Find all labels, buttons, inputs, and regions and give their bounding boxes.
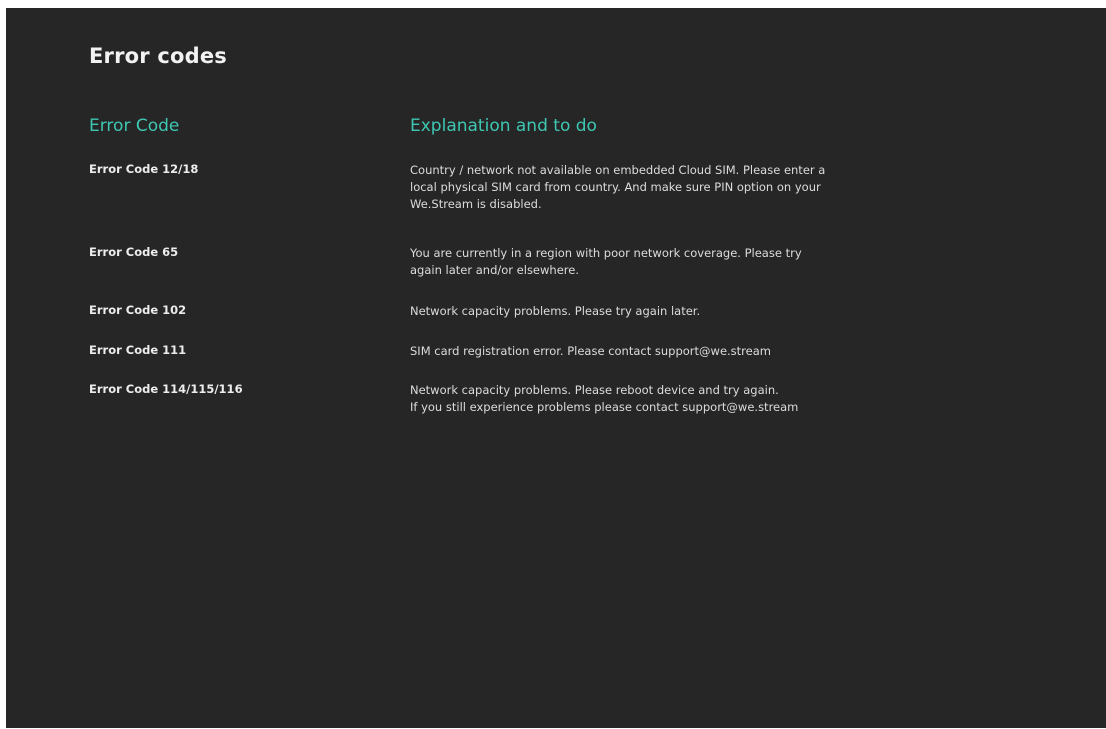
explanation-line: Network capacity problems. Please reboot… (410, 383, 779, 397)
error-explanation: Network capacity problems. Please reboot… (410, 382, 1010, 416)
error-codes-screen: Error codes Error Code Explanation and t… (6, 8, 1106, 728)
explanation-line: You are currently in a region with poor … (410, 246, 802, 260)
error-explanation: You are currently in a region with poor … (410, 245, 1010, 279)
explanation-line: If you still experience problems please … (410, 400, 799, 414)
page-title: Error codes (89, 44, 228, 68)
error-code-label: Error Code 111 (89, 343, 187, 357)
column-header-error-code: Error Code (89, 116, 180, 136)
explanation-line: local physical SIM card from country. An… (410, 180, 821, 194)
explanation-line: again later and/or elsewhere. (410, 263, 579, 277)
explanation-line: Country / network not available on embed… (410, 163, 826, 177)
explanation-line: Network capacity problems. Please try ag… (410, 304, 701, 318)
explanation-line: SIM card registration error. Please cont… (410, 344, 771, 358)
column-header-explanation: Explanation and to do (410, 116, 597, 136)
error-code-label: Error Code 102 (89, 303, 187, 317)
error-code-label: Error Code 65 (89, 245, 179, 259)
explanation-line: We.Stream is disabled. (410, 197, 542, 211)
error-explanation: Network capacity problems. Please try ag… (410, 303, 1010, 320)
error-code-label: Error Code 114/115/116 (89, 382, 243, 396)
error-explanation: Country / network not available on embed… (410, 162, 1010, 213)
error-explanation: SIM card registration error. Please cont… (410, 343, 1010, 360)
error-code-label: Error Code 12/18 (89, 162, 199, 176)
